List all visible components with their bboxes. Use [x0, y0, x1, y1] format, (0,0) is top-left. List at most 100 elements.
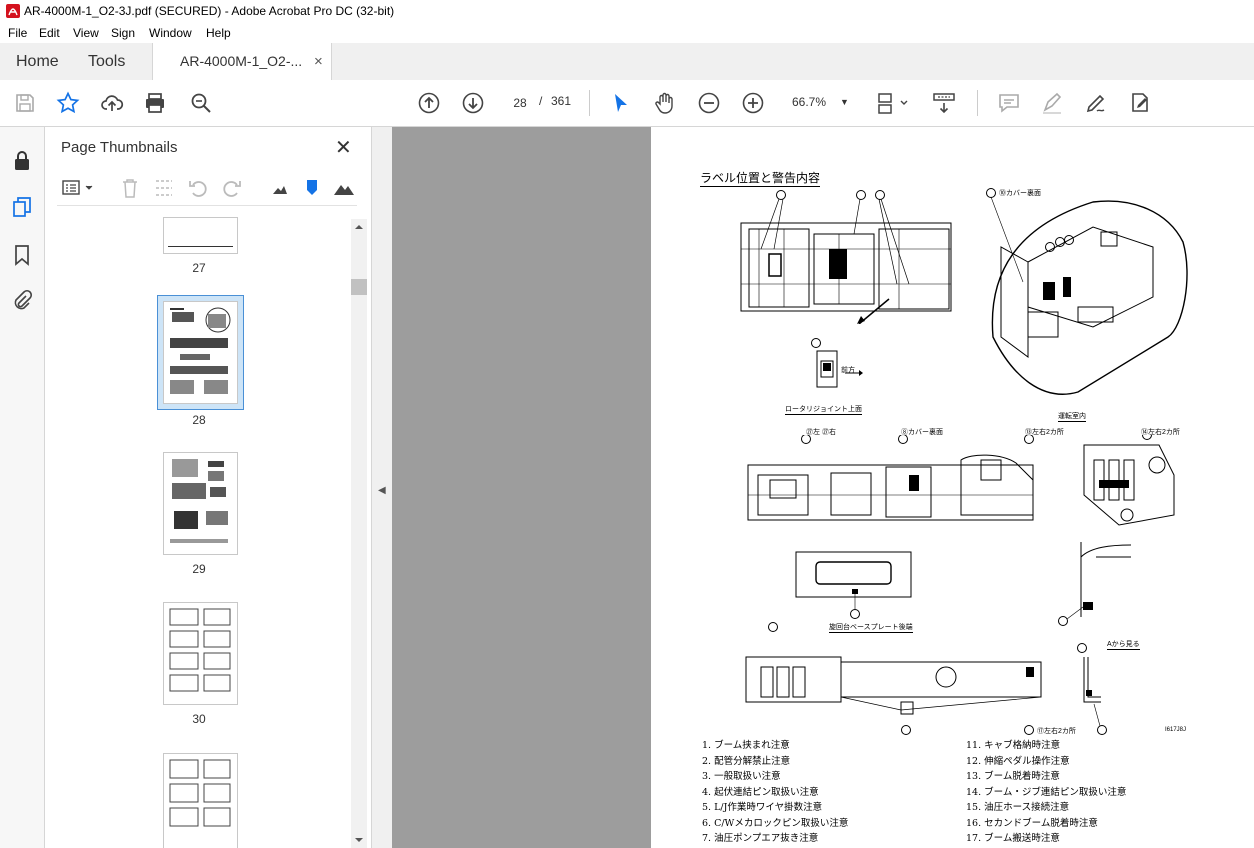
left-right-14-caption: ⑭左右2カ所: [1141, 429, 1180, 436]
next-page-icon[interactable]: [461, 91, 485, 115]
note-item: 17. ブーム搬送時注意: [966, 833, 1060, 844]
sign-pen-icon[interactable]: [1084, 91, 1108, 115]
comment-icon[interactable]: [997, 91, 1021, 115]
left-right-caption: ㉗左 ㉗右: [806, 429, 836, 436]
cab-interior-drawing: [986, 188, 1188, 395]
tab-bar: Home Tools AR-4000M-1_O2-... ×: [0, 43, 1254, 81]
front-direction-label: 前方: [841, 367, 855, 374]
edit-document-icon[interactable]: [1128, 91, 1152, 115]
note-item: 13. ブーム脱着時注意: [966, 771, 1060, 782]
cover-back-caption: ⑩カバー裏面: [999, 190, 1041, 197]
crane-side-view-drawing: [747, 435, 1034, 521]
page-separator: /: [539, 94, 543, 108]
tab-close-icon[interactable]: ×: [314, 43, 323, 80]
thumbnail-page-29[interactable]: [163, 452, 238, 555]
thumbnail-page-30[interactable]: [163, 602, 238, 705]
thumbnail-page-31[interactable]: [163, 753, 238, 848]
page-thumbnails-icon[interactable]: [11, 196, 33, 218]
toolbar-divider: [589, 90, 590, 116]
zoom-search-icon[interactable]: [189, 91, 213, 115]
bookmark-star-icon[interactable]: [56, 91, 80, 115]
main-toolbar: 28 / 361 66.7% ▼: [0, 80, 1254, 127]
close-icon[interactable]: ✕: [335, 135, 352, 160]
left-right-13-caption: ⑬左右2カ所: [1025, 429, 1064, 436]
note-item: 16. セカンドブーム脱着時注意: [966, 817, 1098, 829]
tab-document-label: AR-4000M-1_O2-...: [180, 53, 303, 69]
document-background: [372, 127, 651, 848]
note-item: 4. 起伏連結ピン取扱い注意: [702, 786, 819, 798]
note-item: 14. ブーム・ジブ連結ピン取扱い注意: [966, 786, 1127, 798]
menu-help[interactable]: Help: [206, 26, 231, 40]
lock-icon[interactable]: [11, 149, 33, 171]
delete-page-icon[interactable]: [119, 177, 141, 199]
enlarge-thumbnail-size-icon[interactable]: [333, 177, 355, 199]
boom-pin-detail-drawing: [1083, 435, 1175, 526]
rotate-counterclockwise-icon[interactable]: [187, 177, 209, 199]
highlight-pen-icon[interactable]: [1040, 91, 1064, 115]
menu-edit[interactable]: Edit: [39, 26, 60, 40]
title-bar: AR-4000M-1_O2-3J.pdf (SECURED) - Adobe A…: [0, 0, 1254, 23]
thumbnail-size-slider-icon[interactable]: [301, 177, 323, 199]
page-display-icon[interactable]: [876, 91, 912, 115]
page-heading: ラベル位置と警告内容: [700, 171, 821, 187]
window-title: AR-4000M-1_O2-3J.pdf (SECURED) - Adobe A…: [24, 4, 395, 18]
menu-file[interactable]: File: [8, 26, 27, 40]
panel-collapse-handle[interactable]: ◀: [372, 127, 392, 848]
menu-bar: File Edit View Sign Window Help: [0, 23, 1254, 43]
menu-window[interactable]: Window: [149, 26, 192, 40]
menu-sign[interactable]: Sign: [111, 26, 135, 40]
bookmarks-icon[interactable]: [11, 244, 33, 266]
thumbnail-label: 29: [192, 562, 206, 576]
select-cursor-icon[interactable]: [609, 91, 633, 115]
drawing-code-label: I617J8J: [1165, 727, 1187, 733]
view-a-detail-drawing: [1058, 542, 1132, 626]
zoom-out-icon[interactable]: [697, 91, 721, 115]
thumbnail-scrollbar[interactable]: [351, 219, 367, 848]
warning-notes-left: 1. ブーム挟まれ注意 2. 配管分解禁止注意 3. 一般取扱い注意 4. 起伏…: [702, 738, 848, 847]
previous-page-icon[interactable]: [417, 91, 441, 115]
acrobat-logo-icon: [6, 4, 20, 18]
warning-notes-right: 11. キャブ格納時注意 12. 伸縮ペダル操作注意 13. ブーム脱着時注意 …: [966, 738, 1126, 847]
chevron-down-icon: ▼: [840, 97, 849, 107]
note-item: 5. L/J作業時ワイヤ掛数注意: [702, 802, 823, 813]
page-thumbnails-panel: Page Thumbnails ✕ 27 28 29 30: [45, 127, 372, 848]
panel-title: Page Thumbnails: [61, 139, 178, 156]
zoom-level-dropdown[interactable]: 66.7% ▼: [784, 90, 856, 114]
zoom-level-value: 66.7%: [792, 95, 827, 109]
page-number-input[interactable]: 28: [505, 90, 535, 116]
boom-side-view-drawing: [745, 622, 1042, 735]
thumbnail-label: 27: [192, 261, 206, 275]
note-item: 11. キャブ格納時注意: [966, 740, 1061, 751]
turntable-base-plate-drawing: [795, 551, 912, 619]
second-boom-detail-drawing: [1077, 643, 1107, 735]
scroll-up-arrow-icon[interactable]: [351, 219, 367, 235]
print-icon[interactable]: [143, 91, 167, 115]
tab-tools[interactable]: Tools: [88, 43, 125, 80]
tab-home[interactable]: Home: [16, 43, 59, 80]
thumbnail-page-27[interactable]: [163, 217, 238, 254]
extract-page-icon[interactable]: [153, 177, 175, 199]
note-item: 1. ブーム挟まれ注意: [702, 740, 790, 751]
note-item: 6. C/Wメカロックピン取扱い注意: [702, 817, 849, 829]
tab-document[interactable]: AR-4000M-1_O2-... ×: [152, 43, 332, 81]
rotate-clockwise-icon[interactable]: [221, 177, 243, 199]
scrollbar-thumb[interactable]: [351, 279, 367, 295]
thumbnail-options-menu-icon[interactable]: [61, 177, 95, 199]
note-item: 3. 一般取扱い注意: [702, 771, 781, 782]
reduce-thumbnail-size-icon[interactable]: [269, 177, 291, 199]
save-icon[interactable]: [13, 91, 37, 115]
upload-cloud-icon[interactable]: [100, 91, 124, 115]
scroll-mode-icon[interactable]: [932, 91, 956, 115]
scroll-down-arrow-icon[interactable]: [351, 832, 367, 848]
hand-tool-icon[interactable]: [653, 91, 677, 115]
thumbnail-label: 28: [192, 413, 206, 427]
note-item: 12. 伸縮ペダル操作注意: [966, 755, 1070, 767]
thumbnail-page-28[interactable]: [163, 301, 238, 404]
zoom-in-icon[interactable]: [741, 91, 765, 115]
attachment-paperclip-icon[interactable]: [11, 289, 33, 311]
cab-interior-caption: 運転室内: [1058, 413, 1086, 422]
menu-view[interactable]: View: [73, 26, 99, 40]
left-navigation-rail: [0, 127, 45, 848]
cover-back2-caption: ⑧カバー裏面: [901, 429, 943, 436]
pdf-page: ラベル位置と警告内容 前方 ロータリジョイント上面 ⑩カバー裏面 運転室内 ㉗左…: [651, 127, 1254, 848]
